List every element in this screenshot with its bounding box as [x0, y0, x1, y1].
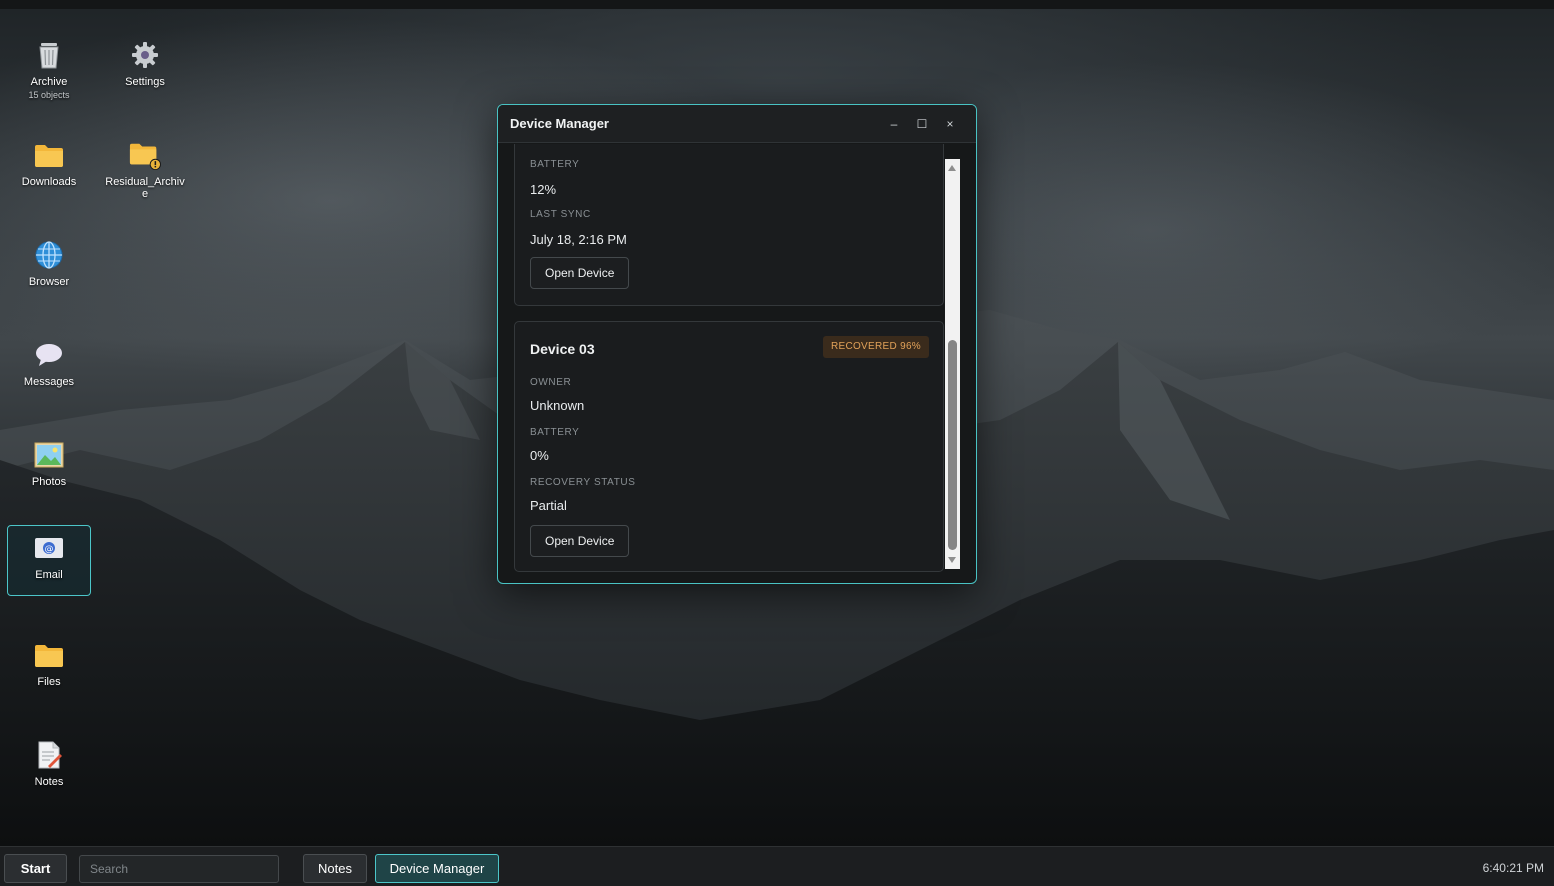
email-icon: @ — [33, 532, 65, 564]
last-sync-value: July 18, 2:16 PM — [530, 232, 627, 247]
chat-bubble-icon — [33, 339, 65, 371]
close-button[interactable]: × — [936, 112, 964, 136]
maximize-button[interactable]: ☐ — [908, 112, 936, 136]
desktop-icon-messages[interactable]: Messages — [7, 332, 91, 402]
desktop-icon-email[interactable]: @ Email — [7, 525, 91, 596]
recovery-status-label: RECOVERY STATUS — [530, 477, 636, 488]
battery-value: 12% — [530, 182, 557, 197]
recovery-status-value: Partial — [530, 498, 567, 513]
gear-icon — [129, 39, 161, 71]
desktop-icon-label: Email — [35, 569, 63, 581]
desktop-icon-label: Settings — [125, 76, 165, 88]
desktop-icon-files[interactable]: Files — [7, 632, 91, 702]
scroll-up-icon[interactable] — [948, 165, 956, 171]
device-title: Device 03 — [530, 341, 595, 357]
window-titlebar[interactable]: Device Manager – ☐ × — [498, 105, 976, 143]
scrollbar-thumb[interactable] — [948, 340, 957, 550]
desktop-icon-label: Residual_Archive — [105, 176, 185, 200]
owner-value: Unknown — [530, 398, 585, 413]
desktop-icon-archive[interactable]: Archive 15 objects — [7, 32, 91, 102]
svg-text:@: @ — [45, 545, 54, 555]
last-sync-label: LAST SYNC — [530, 209, 591, 220]
desktop-icon-label: Browser — [28, 276, 70, 288]
taskbar-item-notes[interactable]: Notes — [303, 854, 367, 883]
battery-label: BATTERY — [530, 427, 580, 438]
battery-value: 0% — [530, 448, 549, 463]
image-icon — [33, 439, 65, 471]
folder-icon — [33, 139, 65, 171]
desktop-icon-settings[interactable]: Settings — [103, 32, 187, 102]
desktop-icon-residual-archive[interactable]: Residual_Archive — [103, 132, 187, 202]
desktop-icon-browser[interactable]: Browser — [7, 232, 91, 302]
desktop-icon-notes[interactable]: Notes — [7, 732, 91, 802]
notepad-icon — [33, 739, 65, 771]
start-button[interactable]: Start — [4, 854, 67, 883]
device-list: BATTERY 12% LAST SYNC July 18, 2:16 PM O… — [498, 144, 976, 583]
minimize-button[interactable]: – — [880, 112, 908, 136]
taskbar-clock: 6:40:21 PM — [1482, 861, 1544, 875]
vertical-scrollbar[interactable] — [945, 159, 960, 569]
battery-label: BATTERY — [530, 159, 580, 170]
desktop-icon-label: Archive — [30, 76, 68, 88]
folder-icon — [33, 639, 65, 671]
recovery-badge: RECOVERED 96% — [822, 336, 929, 358]
desktop-icon-photos[interactable]: Photos — [7, 432, 91, 502]
trash-bin-icon — [33, 39, 65, 71]
taskbar: Start Notes Device Manager 6:40:21 PM — [0, 846, 1554, 886]
folder-warning-icon — [129, 139, 161, 171]
taskbar-item-device-manager[interactable]: Device Manager — [375, 854, 499, 883]
globe-icon — [33, 239, 65, 271]
device-card: BATTERY 12% LAST SYNC July 18, 2:16 PM O… — [514, 144, 944, 306]
window-title: Device Manager — [510, 116, 609, 131]
desktop-icon-label: Photos — [31, 476, 67, 488]
open-device-button[interactable]: Open Device — [530, 257, 630, 289]
desktop-icon-label: Downloads — [21, 176, 77, 188]
desktop-icon-label: Files — [37, 676, 61, 688]
open-device-button[interactable]: Open Device — [530, 525, 630, 557]
device-manager-window: Device Manager – ☐ × BATTERY 12% LAST SY… — [497, 104, 977, 584]
scroll-down-icon[interactable] — [948, 557, 956, 563]
desktop-icon-downloads[interactable]: Downloads — [7, 132, 91, 202]
desktop-icon-sublabel: 15 objects — [28, 90, 70, 100]
desktop-icon-label: Messages — [23, 376, 75, 388]
owner-label: OWNER — [530, 377, 572, 388]
device-card-03: Device 03 RECOVERED 96% OWNER Unknown BA… — [514, 321, 944, 572]
desktop-icon-label: Notes — [34, 776, 64, 788]
search-input[interactable] — [79, 855, 279, 883]
